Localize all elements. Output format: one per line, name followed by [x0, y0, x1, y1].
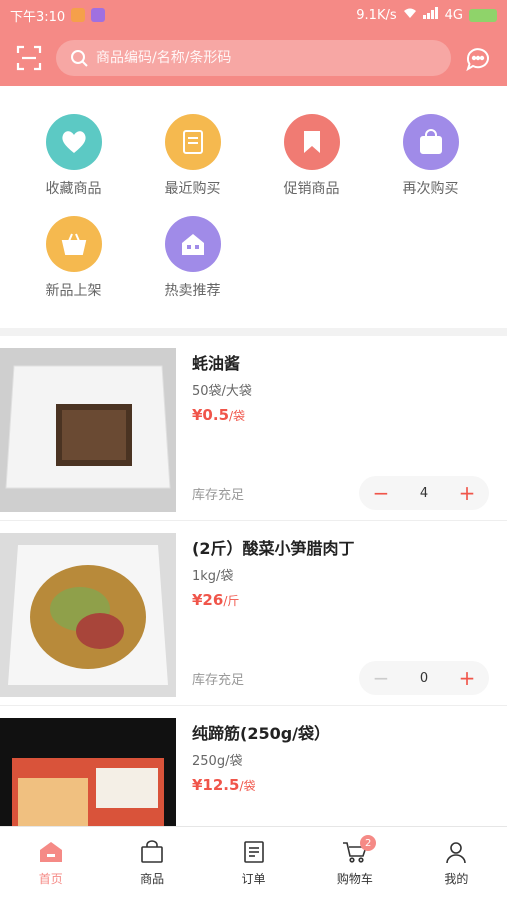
quick-actions: 收藏商品 最近购买 促销商品 再次购买 新品上架 热卖推荐: [0, 86, 507, 328]
tab-goods[interactable]: 商品: [101, 827, 202, 900]
quick-label: 新品上架: [45, 283, 102, 299]
quick-label: 热卖推荐: [164, 283, 221, 299]
tab-label: 首页: [38, 872, 63, 886]
product-price: ¥0.5/袋: [192, 406, 245, 424]
scan-icon: [16, 45, 42, 71]
bookmark-icon: [283, 114, 340, 170]
product-name: 蚝油酱: [192, 354, 241, 373]
quick-new-arrivals[interactable]: 新品上架: [14, 216, 133, 300]
notification-icon: [71, 8, 86, 22]
increase-button[interactable]: +: [457, 483, 477, 503]
network-type: 4G: [444, 7, 463, 23]
app-notification-icon: [91, 8, 106, 22]
search-input[interactable]: [96, 50, 437, 66]
price-unit: /袋: [229, 409, 246, 423]
quantity-stepper: − 0 +: [359, 661, 489, 695]
product-list: 蚝油酱 50袋/大袋 ¥0.5/袋 库存充足 − 4 + (2斤）酸菜小笋腊肉丁…: [0, 336, 507, 826]
quick-label: 再次购买: [402, 181, 459, 197]
tab-label: 订单: [241, 872, 266, 886]
quick-label: 促销商品: [283, 181, 340, 197]
product-image: [0, 348, 176, 512]
tab-mine[interactable]: 我的: [406, 827, 507, 900]
tab-label: 商品: [140, 872, 165, 886]
product-image: [0, 718, 176, 826]
cart-badge: 2: [360, 835, 377, 851]
product-name: 纯蹄筋(250g/袋）: [192, 724, 331, 743]
price-value: ¥12.5: [192, 776, 240, 794]
battery-icon: [469, 8, 497, 22]
basket-icon: [45, 216, 102, 272]
tab-label: 我的: [444, 872, 469, 886]
product-name: (2斤）酸菜小笋腊肉丁: [192, 539, 355, 558]
quick-favorites[interactable]: 收藏商品: [14, 114, 133, 198]
stock-status: 库存充足: [192, 488, 245, 503]
search-icon: [71, 50, 88, 67]
tab-home[interactable]: 首页: [0, 827, 101, 900]
status-time: 下午3:10: [10, 9, 66, 25]
increase-button[interactable]: +: [457, 668, 477, 688]
price-value: ¥0.5: [192, 406, 230, 424]
list-item[interactable]: 蚝油酱 50袋/大袋 ¥0.5/袋 库存充足 − 4 +: [0, 336, 507, 521]
list-item[interactable]: 纯蹄筋(250g/袋） 250g/袋 ¥12.5/袋: [0, 706, 507, 826]
user-icon: [446, 842, 467, 864]
scan-button[interactable]: [12, 41, 46, 75]
quick-buy-again[interactable]: 再次购买: [371, 114, 490, 198]
status-bar: 下午3:10 9.1K/s 4G: [0, 0, 507, 30]
price-value: ¥26: [192, 591, 224, 609]
quantity-stepper: − 4 +: [359, 476, 489, 510]
quick-recent[interactable]: 最近购买: [133, 114, 252, 198]
tab-orders[interactable]: 订单: [203, 827, 304, 900]
heart-icon: [45, 114, 102, 170]
price-unit: /斤: [223, 594, 240, 608]
quick-label: 收藏商品: [45, 181, 102, 197]
shopping-bag-icon: [402, 114, 459, 170]
product-spec: 50袋/大袋: [192, 384, 252, 399]
signal-icon: [422, 7, 439, 23]
wifi-icon: [403, 7, 417, 23]
list-item[interactable]: (2斤）酸菜小笋腊肉丁 1kg/袋 ¥26/斤 库存充足 − 0 +: [0, 521, 507, 706]
network-speed: 9.1K/s: [356, 7, 397, 23]
message-button[interactable]: [461, 41, 495, 75]
stock-status: 库存充足: [192, 673, 245, 688]
quantity-value: 4: [419, 485, 429, 501]
tab-label: 购物车: [336, 872, 373, 886]
decrease-button[interactable]: −: [371, 668, 391, 688]
quick-label: 最近购买: [164, 181, 221, 197]
quantity-value: 0: [419, 670, 429, 686]
shopping-bag-icon: [141, 840, 163, 863]
home-icon: [39, 842, 62, 862]
store-icon: [164, 216, 221, 272]
tab-cart[interactable]: 2 购物车: [304, 827, 405, 900]
price-unit: /袋: [239, 779, 256, 793]
quick-promotions[interactable]: 促销商品: [252, 114, 371, 198]
quick-hot-picks[interactable]: 热卖推荐: [133, 216, 252, 300]
product-price: ¥12.5/袋: [192, 776, 256, 794]
list-icon: [243, 841, 264, 863]
product-spec: 250g/袋: [192, 754, 243, 769]
decrease-button[interactable]: −: [371, 483, 391, 503]
product-spec: 1kg/袋: [192, 569, 234, 584]
search-bar[interactable]: [56, 40, 451, 76]
header: [0, 30, 507, 86]
chat-icon: [466, 48, 489, 72]
product-image: [0, 533, 176, 697]
product-price: ¥26/斤: [192, 591, 239, 609]
tab-bar: 首页 商品 订单 2 购物车 我的: [0, 826, 507, 900]
receipt-icon: [164, 114, 221, 170]
